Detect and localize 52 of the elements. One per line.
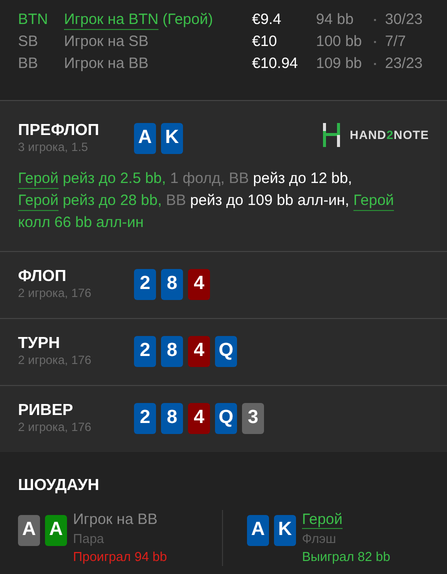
street-title: ПРЕФЛОП	[18, 121, 100, 140]
stack-bb: 100 bb	[316, 32, 363, 52]
player-name: Игрок на BB	[64, 54, 148, 74]
playing-card: 2	[134, 403, 156, 434]
showdown-title: ШОУДАУН	[18, 476, 100, 496]
playing-card: 2	[134, 336, 156, 367]
hand-rank: Флэш	[302, 530, 338, 548]
playing-card: K	[274, 515, 296, 546]
action-description: Герой рейз до 2.5 bb, 1 фолд, ВВ рейз до 12 bb, Герой рейз до 28 bb, ВВ рейз до 109 bb алл-ин, Герой колл 66 bb алл-ин	[18, 169, 395, 233]
logo-text: HAND2NOTE	[350, 127, 429, 144]
street-title: РИВЕР	[18, 401, 74, 420]
playing-card: 2	[134, 269, 156, 300]
playing-card: A	[18, 515, 40, 546]
playing-card: Q	[215, 403, 237, 434]
playing-card: 8	[161, 403, 183, 434]
stack-bb: 109 bb	[316, 54, 363, 74]
stack-bb: 94 bb	[316, 10, 355, 30]
hero-tag: (Герой)	[162, 8, 213, 32]
hand-rank: Пара	[73, 530, 106, 548]
hands-count: 7/7	[385, 32, 406, 52]
stack-amount: €9.4	[252, 10, 282, 30]
playing-card: 4	[188, 336, 210, 367]
playing-card: Q	[215, 336, 237, 367]
playing-card: 8	[161, 269, 183, 300]
hand-result: Выиграл 82 bb	[302, 548, 390, 566]
logo-icon	[322, 123, 342, 147]
street-info: 2 игрока, 176	[18, 286, 92, 300]
stack-amount: €10	[252, 32, 278, 52]
hands-count: 23/23	[385, 54, 423, 74]
street-info: 2 игрока, 176	[18, 353, 92, 367]
street-title: ФЛОП	[18, 267, 68, 286]
stack-amount: €10.94	[252, 54, 299, 74]
player-name[interactable]: Игрок на BTN	[64, 8, 158, 32]
playing-card: 4	[188, 269, 210, 300]
position-label: BB	[18, 54, 40, 74]
playing-card: 8	[161, 336, 183, 367]
street-info: 3 игрока, 1.5	[18, 140, 89, 154]
playing-card: A	[45, 515, 67, 546]
street-title: ТУРН	[18, 334, 61, 353]
playing-card: 3	[242, 403, 264, 434]
hands-count: 30/23	[385, 10, 423, 30]
player-name: Игрок на SB	[64, 32, 148, 52]
playing-card: A	[247, 515, 269, 546]
position-label: BTN	[18, 10, 49, 30]
playing-card: K	[161, 123, 183, 154]
playing-card: A	[134, 123, 156, 154]
position-label: SB	[18, 32, 40, 52]
street-info: 2 игрока, 176	[18, 420, 92, 434]
player-name: Игрок на BB	[73, 510, 158, 530]
playing-card: 4	[188, 403, 210, 434]
hand-result: Проиграл 94 bb	[73, 548, 167, 566]
player-name[interactable]: Герой	[302, 510, 343, 530]
